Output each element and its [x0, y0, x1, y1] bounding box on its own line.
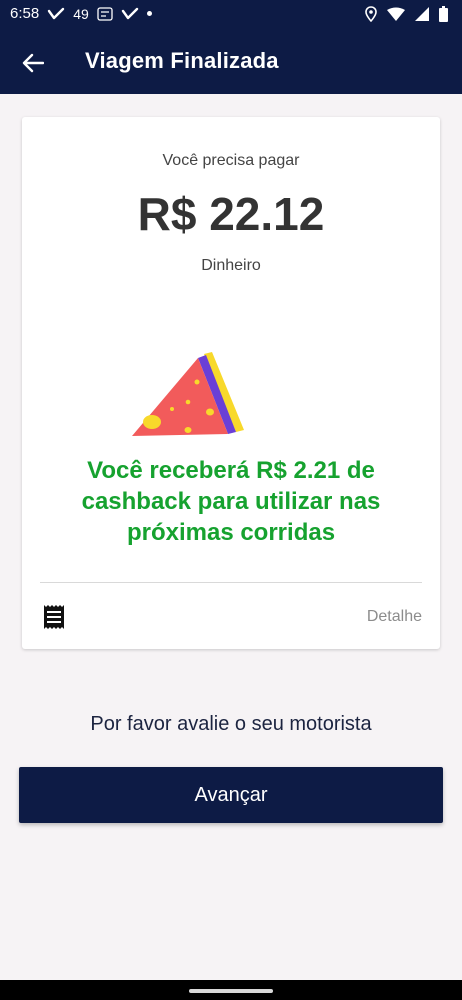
receipt-icon[interactable] — [42, 604, 66, 630]
details-link[interactable]: Detalhe — [367, 608, 422, 626]
page-title: Viagem Finalizada — [85, 48, 279, 73]
back-button[interactable] — [18, 48, 48, 78]
back-arrow-icon — [22, 53, 44, 73]
next-button-label: Avançar — [194, 783, 268, 806]
notification-arrow-icon-2 — [121, 7, 138, 19]
rate-driver-prompt: Por favor avalie o seu motorista — [90, 713, 372, 735]
more-notifications-dot — [146, 11, 152, 16]
wifi-icon — [387, 7, 405, 21]
status-bar: 6:58 49 — [0, 0, 462, 30]
location-icon — [365, 6, 377, 22]
next-button[interactable]: Avançar — [19, 767, 443, 823]
app-bar: Viagem Finalizada — [0, 30, 462, 94]
signal-icon — [415, 7, 429, 21]
payment-label: Você precisa pagar — [162, 152, 300, 169]
home-indicator[interactable] — [189, 989, 273, 993]
pizza-illustration — [132, 352, 244, 436]
status-time: 6:58 — [10, 5, 40, 22]
payment-method: Dinheiro — [201, 257, 261, 274]
card-divider — [40, 582, 422, 583]
app-notification-icon — [97, 6, 113, 21]
cashback-message: Você receberá R$ 2.21 de cashback para u… — [81, 457, 381, 546]
trip-summary-card: Você precisa pagar R$ 22.12 Dinheiro Voc… — [22, 117, 440, 649]
notification-arrow-icon — [48, 7, 65, 19]
notification-count: 49 — [73, 5, 89, 22]
payment-amount: R$ 22.12 — [137, 188, 325, 240]
battery-icon — [439, 6, 448, 22]
